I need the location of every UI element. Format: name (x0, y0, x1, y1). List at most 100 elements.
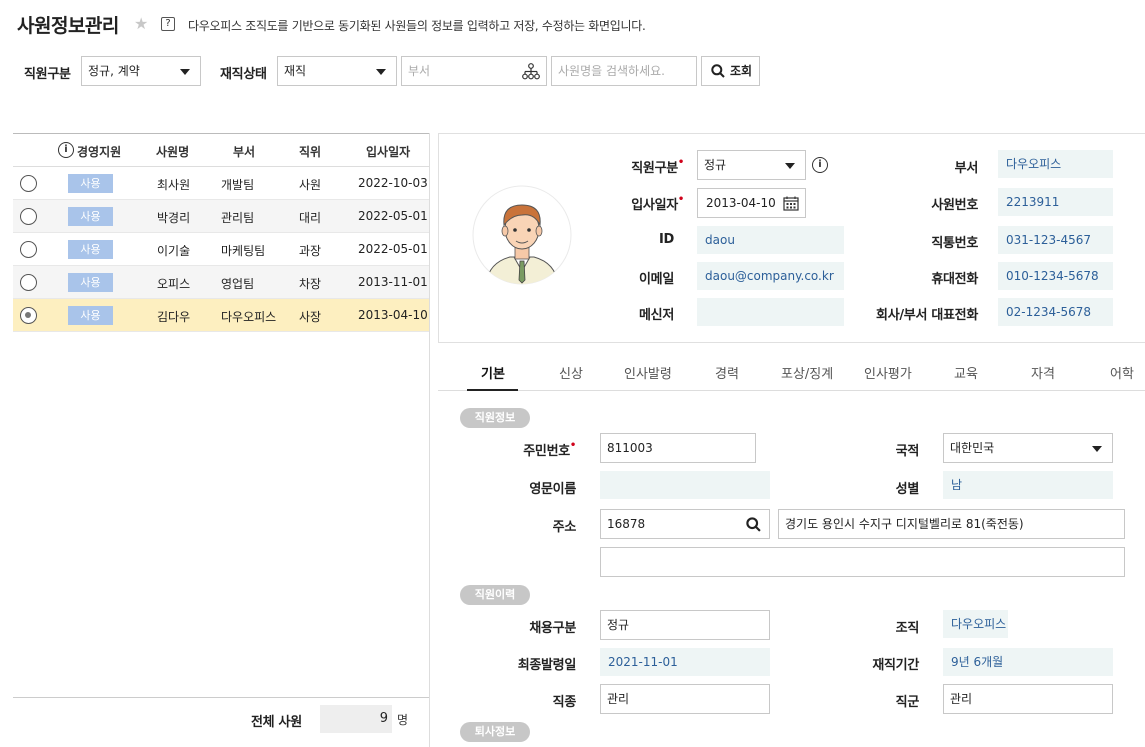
calendar-icon[interactable] (783, 196, 799, 211)
panel-divider (429, 133, 430, 747)
hire-date-input[interactable]: 2013-04-10 (697, 188, 806, 218)
row-date: 2013-11-01 (358, 275, 428, 289)
table-row[interactable]: 사용 오피스 영업팀 차장 2013-11-01 (13, 266, 429, 299)
ssn-label: 주민번호• (480, 440, 576, 459)
row-radio[interactable] (20, 307, 37, 324)
profile-type-select[interactable]: 정규 (697, 150, 806, 180)
star-icon[interactable]: ★ (134, 14, 148, 33)
tab-career[interactable]: 경력 (715, 363, 739, 382)
nationality-label: 국적 (895, 444, 920, 459)
row-radio[interactable] (20, 208, 37, 225)
col-header-dept[interactable]: 부서 (233, 143, 255, 160)
type-filter-label: 직원구분 (24, 67, 71, 82)
name-search-input[interactable]: 사원명을 검색하세요. (551, 56, 697, 86)
search-button-label: 조회 (730, 64, 753, 78)
address-detail-input[interactable] (600, 547, 1125, 577)
required-mark: • (677, 157, 684, 168)
tab-personal[interactable]: 신상 (559, 363, 583, 382)
row-name: 박경리 (157, 211, 191, 225)
address-value: 경기도 용인시 수지구 디지털벨리로 81(죽전동) (785, 517, 1024, 531)
hire-type-label: 채용구분 (529, 621, 576, 636)
row-dept: 영업팀 (221, 277, 255, 291)
page-title: 사원정보관리 (17, 15, 119, 37)
row-date: 2022-10-03 (358, 176, 428, 190)
tab-reward[interactable]: 포상/징계 (781, 363, 833, 382)
gender-value: 남 (943, 471, 1113, 499)
id-value: daou (697, 226, 844, 254)
search-button[interactable]: 조회 (701, 56, 760, 86)
tenure-label: 재직기간 (872, 658, 919, 673)
empno-value: 2213911 (998, 188, 1113, 216)
tab-license[interactable]: 자격 (1031, 363, 1055, 382)
section-employee-info: 직원정보 (460, 408, 530, 428)
type-filter-select[interactable]: 정규, 계약 (81, 56, 201, 86)
organization-value: 다우오피스 (943, 610, 1008, 638)
zipcode-input[interactable]: 16878 (600, 509, 770, 539)
status-filter-select[interactable]: 재직 (277, 56, 397, 86)
job-group-input[interactable]: 관리 (943, 684, 1113, 714)
nationality-select[interactable]: 대한민국 (943, 433, 1113, 463)
hire-date-label: 입사일자• (600, 194, 684, 213)
tab-evaluation[interactable]: 인사평가 (864, 363, 912, 382)
col-header-name[interactable]: 사원명 (156, 143, 189, 160)
table-row[interactable]: 사용 최사원 개발팀 사원 2022-10-03 (13, 167, 429, 200)
address-input[interactable]: 경기도 용인시 수지구 디지털벨리로 81(죽전동) (778, 509, 1125, 539)
col-header-status[interactable]: 경영지원 (77, 143, 121, 160)
hire-type-value: 정규 (607, 618, 630, 632)
col-header-date[interactable]: 입사일자 (366, 143, 410, 160)
address-label: 주소 (552, 520, 577, 535)
org-chart-icon[interactable] (522, 63, 540, 80)
table-row[interactable]: 사용 박경리 관리팀 대리 2022-05-01 (13, 200, 429, 233)
dept-label: 부서 (954, 161, 979, 176)
table-row-selected[interactable]: 사용 김다우 다우오피스 사장 2013-04-10 (13, 299, 429, 332)
status-badge: 사용 (68, 273, 113, 292)
table-header: i 경영지원 사원명 부서 직위 입사일자 (13, 133, 429, 167)
profile-type-label: 직원구분• (600, 157, 684, 176)
job-type-value: 관리 (607, 692, 630, 706)
hire-type-input[interactable]: 정규 (600, 610, 770, 640)
tab-basic[interactable]: 기본 (481, 363, 505, 382)
search-icon[interactable] (746, 517, 761, 532)
row-radio[interactable] (20, 175, 37, 192)
last-order-value: 2021-11-01 (600, 648, 770, 676)
hire-date-value: 2013-04-10 (706, 196, 776, 210)
row-radio[interactable] (20, 241, 37, 258)
section-employee-history: 직원이력 (460, 585, 530, 605)
row-date: 2022-05-01 (358, 242, 428, 256)
nationality-value: 대한민국 (950, 441, 995, 455)
row-position: 대리 (299, 211, 322, 225)
row-radio[interactable] (20, 274, 37, 291)
row-position: 사장 (299, 310, 322, 324)
status-badge: 사용 (68, 174, 113, 193)
row-name: 이기술 (157, 244, 191, 258)
tab-language[interactable]: 어학 (1110, 363, 1134, 382)
help-icon[interactable]: ? (161, 17, 175, 31)
info-icon[interactable]: i (58, 142, 74, 158)
col-header-position[interactable]: 직위 (299, 143, 321, 160)
dept-value: 다우오피스 (998, 150, 1113, 178)
table-row[interactable]: 사용 이기술 마케팅팀 과장 2022-05-01 (13, 233, 429, 266)
messenger-value (697, 298, 844, 326)
status-filter-value: 재직 (284, 64, 307, 78)
info-icon[interactable]: i (812, 157, 828, 173)
email-value: daou@company.co.kr (697, 262, 844, 290)
tenure-value: 9년 6개월 (943, 648, 1113, 676)
job-type-label: 직종 (552, 695, 577, 710)
table-footer-divider (13, 697, 429, 698)
mobile-value: 010-1234-5678 (998, 262, 1113, 290)
ssn-label-text: 주민번호 (523, 444, 570, 459)
email-label: 이메일 (639, 272, 674, 287)
tab-appointment[interactable]: 인사발령 (624, 363, 672, 382)
total-label: 전체 사원 (251, 715, 302, 730)
status-filter-label: 재직상태 (220, 67, 267, 82)
required-mark: • (569, 440, 576, 451)
main-phone-value: 02-1234-5678 (998, 298, 1113, 326)
total-unit: 명 (397, 713, 409, 727)
job-type-input[interactable]: 관리 (600, 684, 770, 714)
ssn-input[interactable]: 811003 (600, 433, 756, 463)
row-position: 차장 (299, 277, 322, 291)
empno-label: 사원번호 (931, 198, 978, 213)
status-badge: 사용 (68, 240, 113, 259)
dept-filter-input[interactable]: 부서 (401, 56, 547, 86)
tab-education[interactable]: 교육 (954, 363, 978, 382)
